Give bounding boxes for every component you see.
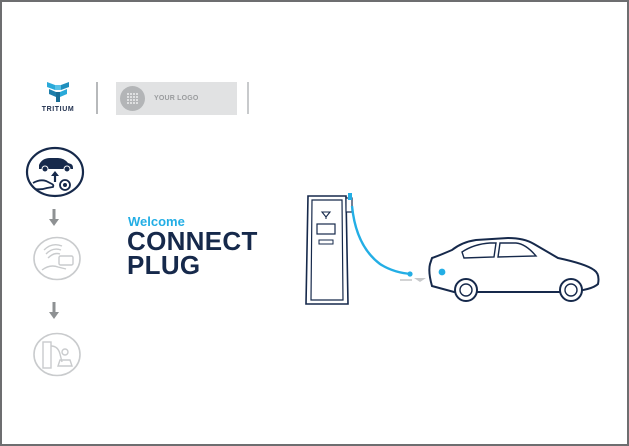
logo-placeholder-icon [120,86,145,111]
charger-car-illustration [305,193,600,305]
step-charging [32,332,82,377]
car-icon [428,236,600,302]
logo-placeholder-text: YOUR LOGO [154,95,199,102]
brand-name: TRITIUM [41,106,75,113]
header-divider [247,82,249,114]
brand-logo: TRITIUM [29,80,87,132]
plug-car-icon [25,146,85,198]
charging-icon [33,332,81,377]
header-divider [96,82,98,114]
step-tap-card [32,236,82,281]
tap-card-icon [33,236,81,281]
down-arrow-icon [49,209,59,226]
charger-icon [305,193,353,305]
charging-cable [350,205,413,276]
down-arrow-icon [49,302,59,319]
step-connect-plug [25,146,85,198]
page-title: CONNECT PLUG [127,228,258,280]
tritium-logo-icon [47,82,69,102]
title-line-plug: PLUG [127,250,201,280]
logo-placeholder: YOUR LOGO [116,82,237,115]
